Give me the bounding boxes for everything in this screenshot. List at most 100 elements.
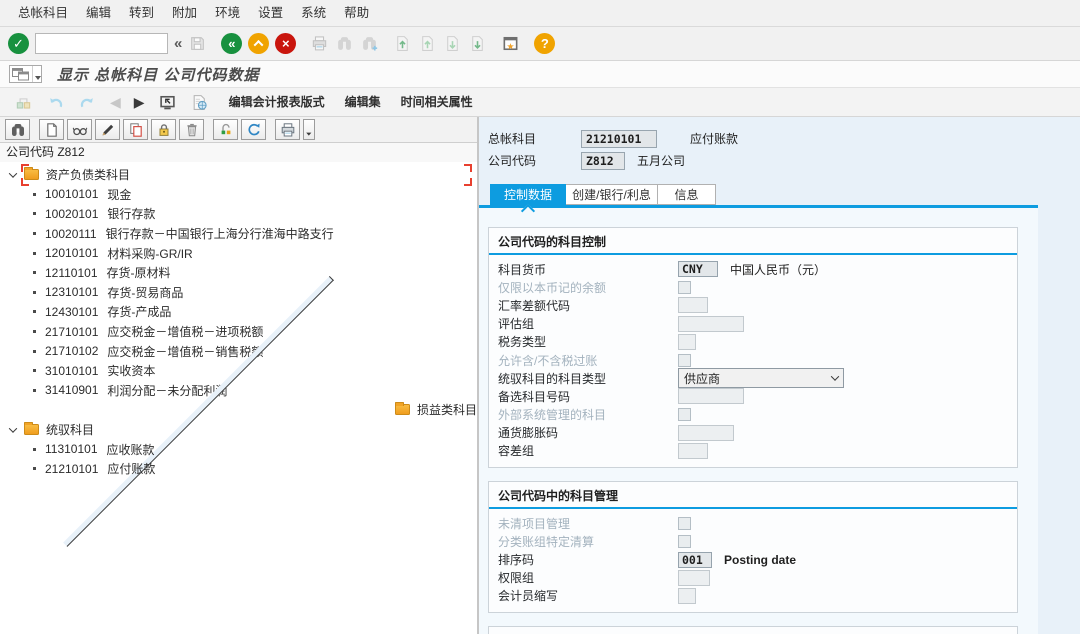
authorization-group-label: 权限组: [498, 569, 678, 586]
tree-account-row[interactable]: 31410901利润分配－未分配利润: [0, 381, 477, 401]
enter-icon[interactable]: ✓: [8, 33, 29, 54]
menu-environment[interactable]: 环境: [206, 0, 249, 26]
page-down-icon[interactable]: [443, 34, 462, 53]
menu-extras[interactable]: 附加: [163, 0, 206, 26]
tab-create-bank-interest[interactable]: 创建/银行/利息: [566, 184, 658, 205]
undo-icon[interactable]: [46, 93, 65, 112]
ledger-group-specific-clearing-checkbox[interactable]: [678, 535, 691, 548]
tree-delete-button[interactable]: [179, 119, 204, 140]
tree-print-button[interactable]: [275, 119, 300, 140]
menu-goto[interactable]: 转到: [120, 0, 163, 26]
alternative-account-number[interactable]: [678, 388, 744, 404]
menu-edit[interactable]: 编辑: [77, 0, 120, 26]
edit-set-button[interactable]: 编辑集: [335, 88, 391, 116]
chevron-down-icon[interactable]: [9, 424, 17, 432]
tree-folder-row[interactable]: 损益类科目: [0, 400, 477, 420]
ledger-group-specific-clearing-checkbox-row: 分类账组特定清算: [489, 532, 1017, 550]
tree-edit-button[interactable]: [95, 119, 120, 140]
gl-account-field[interactable]: 21210101: [581, 130, 657, 148]
new-session-icon[interactable]: [501, 34, 520, 53]
tab-information[interactable]: 信息: [658, 184, 716, 205]
tree-panel: 公司代码 Z812 资产负债类科目10010101现金10020101银行存款1…: [0, 117, 479, 634]
command-field[interactable]: [35, 33, 168, 54]
external-system-account-checkbox[interactable]: [678, 408, 691, 421]
authorization-group[interactable]: [678, 570, 710, 586]
accounting-clerk[interactable]: [678, 588, 696, 604]
tree-print-menu-button[interactable]: [303, 119, 315, 140]
tree-account-row[interactable]: 21210101应付账款: [0, 459, 477, 479]
exchange-rate-difference-key[interactable]: [678, 297, 708, 313]
time-dependent-attributes-button[interactable]: 时间相关属性: [391, 88, 483, 116]
tree-display-button[interactable]: [67, 119, 92, 140]
exit-icon[interactable]: [248, 33, 269, 54]
tab-control-data[interactable]: 控制数据: [490, 184, 566, 205]
form-section-1: 公司代码的科目控制科目货币CNY中国人民币（元）仅限以本币记的余额汇率差额代码评…: [488, 227, 1018, 468]
menu-settings[interactable]: 设置: [249, 0, 292, 26]
tax-category[interactable]: [678, 334, 696, 350]
gui-layout-menu-button[interactable]: [9, 65, 42, 83]
tree-activate-button[interactable]: [213, 119, 238, 140]
account-currency[interactable]: CNY: [678, 261, 718, 277]
last-page-icon[interactable]: [468, 34, 487, 53]
reconciliation-account-type[interactable]: 供应商: [678, 368, 844, 388]
tree-account-row[interactable]: 12430101存货-产成品: [0, 302, 477, 322]
tree-account-row[interactable]: 10020111银行存款－中国银行上海分行淮海中路支行: [0, 224, 477, 244]
tree-account-row[interactable]: 10020101银行存款: [0, 204, 477, 224]
menu-help[interactable]: 帮助: [335, 0, 378, 26]
account-code: 31410901: [45, 383, 98, 397]
print-icon[interactable]: [310, 34, 329, 53]
cancel-icon[interactable]: ×: [275, 33, 296, 54]
worklist-icon[interactable]: [158, 93, 177, 112]
tree-folder-row[interactable]: 统驭科目: [0, 420, 477, 440]
back-icon[interactable]: «: [221, 33, 242, 54]
open-item-management-checkbox[interactable]: [678, 517, 691, 530]
only-balances-local-currency-checkbox-label: 仅限以本币记的余额: [498, 279, 678, 296]
print-preview-icon[interactable]: [190, 93, 209, 112]
tree-account-row[interactable]: 12010101材料采购-GR/IR: [0, 243, 477, 263]
company-code-field[interactable]: Z812: [581, 152, 625, 170]
leaf-bullet-icon: [33, 291, 36, 294]
inflation-key[interactable]: [678, 425, 734, 441]
redo-icon[interactable]: [78, 93, 97, 112]
save-icon[interactable]: [188, 34, 207, 53]
tolerance-group[interactable]: [678, 443, 708, 459]
account-code: 21210101: [45, 462, 98, 476]
services-icon[interactable]: [14, 93, 33, 112]
tree-account-row[interactable]: 12310101存货-贸易商品: [0, 283, 477, 303]
tree-account-row[interactable]: 12110101 存货-原材料: [0, 263, 477, 283]
chevron-down-icon[interactable]: [9, 169, 17, 177]
menu-gl-account[interactable]: 总帐科目: [9, 0, 77, 26]
account-name: 银行存款－中国银行上海分行淮海中路支行: [106, 225, 334, 242]
help-icon[interactable]: ?: [534, 33, 555, 54]
tree-account-row[interactable]: 21710101应交税金－增值税－进项税额: [0, 322, 477, 342]
tree-account-row[interactable]: 11310101应收账款: [0, 439, 477, 459]
leaf-bullet-icon: [33, 369, 36, 372]
tree-account-row[interactable]: 21710102应交税金－增值税－销售税额: [0, 341, 477, 361]
tree-copy-button[interactable]: [123, 119, 148, 140]
previous-screen-icon[interactable]: ◀: [110, 94, 121, 111]
collapse-icon[interactable]: «: [174, 36, 182, 51]
toolbar-group-3: [310, 34, 379, 53]
tree-refresh-button[interactable]: [241, 119, 266, 140]
account-name: 存货-原材料: [107, 264, 171, 281]
find-icon[interactable]: [335, 34, 354, 53]
tree-folder-label: 损益类科目: [417, 401, 477, 418]
page-up-icon[interactable]: [418, 34, 437, 53]
next-screen-icon[interactable]: ▶: [134, 94, 145, 111]
menu-system[interactable]: 系统: [292, 0, 335, 26]
account-code: 12110101: [45, 266, 98, 280]
only-balances-local-currency-checkbox[interactable]: [678, 281, 691, 294]
reconciliation-account-type-row: 统驭科目的科目类型供应商: [489, 369, 1017, 387]
find-next-icon[interactable]: [360, 34, 379, 53]
sort-key[interactable]: 001: [678, 552, 712, 568]
tree-find-button[interactable]: [5, 119, 30, 140]
tree-folder-row[interactable]: 资产负债类科目: [0, 165, 477, 185]
tree-block-button[interactable]: [151, 119, 176, 140]
edit-financial-statement-version-button[interactable]: 编辑会计报表版式: [219, 88, 335, 116]
tree-toolbar-group-2: [39, 119, 204, 140]
tree-account-row[interactable]: 10010101现金: [0, 185, 477, 205]
posting-without-tax-checkbox[interactable]: [678, 354, 691, 367]
first-page-icon[interactable]: [393, 34, 412, 53]
valuation-group[interactable]: [678, 316, 744, 332]
tree-create-button[interactable]: [39, 119, 64, 140]
